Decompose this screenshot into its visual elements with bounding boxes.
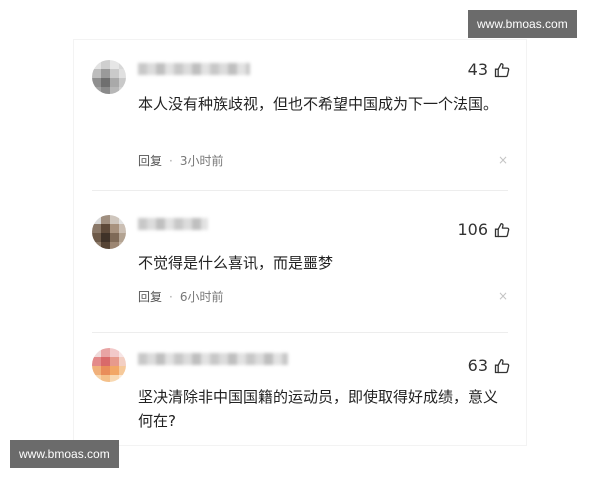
divider [92,190,508,191]
like-count: 43 [467,60,488,79]
close-icon[interactable]: × [498,153,508,167]
comment-text: 不觉得是什么喜讯，而是噩梦 [138,254,334,272]
comment-list: 43 本人没有种族歧视，但也不希望中国成为下一个法国。 回复 · 3小时前 × [74,40,526,445]
like-count: 63 [467,356,488,375]
watermark-bottom: www.bmoas.com [10,440,119,468]
comment-text: 本人没有种族歧视，但也不希望中国成为下一个法国。 [138,95,499,113]
comment-text: 坚决清除非中国国籍的运动员，即使取得好成绩，意义何在? [138,388,499,430]
thumbs-up-icon [494,358,510,373]
timestamp: 6小时前 [179,290,224,304]
like-button[interactable]: 106 [457,220,510,239]
close-icon[interactable]: × [498,289,508,303]
divider [92,332,508,333]
comment-meta: 回复 · 6小时前 [138,288,223,305]
reply-button[interactable]: 回复 [138,288,162,305]
comment-meta: 回复 · 3小时前 [138,152,223,169]
username-blurred[interactable] [138,353,288,365]
avatar[interactable] [92,215,126,249]
like-button[interactable]: 43 [468,60,510,79]
username-blurred[interactable] [138,218,208,230]
like-button[interactable]: 63 [468,356,510,375]
reply-button[interactable]: 回复 [138,152,162,169]
timestamp: 3小时前 [179,154,224,168]
username-blurred[interactable] [138,63,250,75]
meta-separator: · [169,289,173,304]
avatar[interactable] [92,60,126,94]
avatar[interactable] [92,348,126,382]
meta-separator: · [169,153,173,168]
like-count: 106 [457,220,488,239]
watermark-top: www.bmoas.com [468,10,577,38]
thumbs-up-icon [494,222,510,237]
thumbs-up-icon [494,62,510,77]
